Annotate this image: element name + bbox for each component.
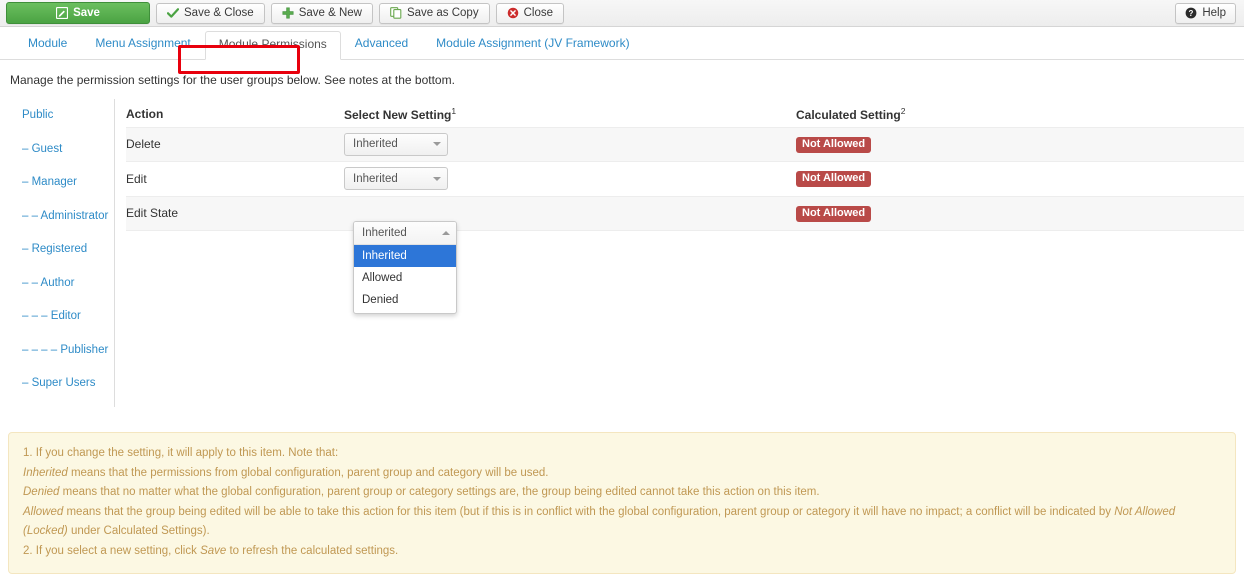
copy-icon bbox=[390, 7, 402, 19]
note-line-1: 1. If you change the setting, it will ap… bbox=[23, 447, 339, 459]
group-item-editor[interactable]: – – – Editor bbox=[10, 306, 114, 340]
save-button[interactable]: Save bbox=[6, 2, 150, 24]
close-button-label: Close bbox=[523, 7, 553, 19]
help-button[interactable]: ? Help bbox=[1175, 2, 1236, 24]
note-line-5: 2. If you select a new setting, click Sa… bbox=[23, 542, 1221, 562]
group-item-registered[interactable]: – Registered bbox=[10, 239, 114, 273]
note-line-3: Denied means that no matter what the glo… bbox=[23, 483, 1221, 503]
column-header-calculated-label: Calculated Setting bbox=[796, 108, 901, 122]
permissions-table: Action Select New Setting1 Calculated Se… bbox=[115, 99, 1244, 407]
table-row: Delete Inherited Not Allowed bbox=[126, 127, 1244, 162]
close-circle-icon bbox=[507, 7, 519, 19]
status-badge: Not Allowed bbox=[796, 171, 872, 188]
table-row: Edit Inherited Not Allowed bbox=[126, 162, 1244, 197]
note-term-denied: Denied bbox=[23, 486, 60, 498]
dropdown-option-inherited[interactable]: Inherited bbox=[354, 245, 456, 267]
toolbar-button-group: Save Save & Close Save & New Save as Cop… bbox=[6, 2, 564, 24]
row-calculated-cell-delete: Not Allowed bbox=[796, 136, 1244, 153]
close-button[interactable]: Close bbox=[495, 2, 564, 24]
setting-select-edit-value: Inherited bbox=[353, 172, 398, 185]
save-and-close-button[interactable]: Save & Close bbox=[156, 2, 265, 24]
chevron-down-icon bbox=[433, 142, 441, 147]
note-term-allowed: Allowed bbox=[23, 505, 64, 518]
column-header-select-new-setting: Select New Setting1 bbox=[344, 106, 796, 122]
row-action-edit-state: Edit State bbox=[126, 206, 179, 221]
toolbar: Save Save & Close Save & New Save as Cop… bbox=[0, 0, 1244, 27]
row-action-delete: Delete bbox=[126, 137, 161, 152]
column-header-select-label: Select New Setting bbox=[344, 108, 452, 122]
setting-select-edit-state-dropdown[interactable]: Inherited Inherited Allowed Denied bbox=[353, 221, 457, 314]
note-line-4-text-b: under Calculated Settings). bbox=[67, 525, 210, 537]
pencil-square-icon bbox=[56, 7, 69, 19]
note-line-3-text: means that no matter what the global con… bbox=[59, 486, 820, 498]
group-item-author[interactable]: – – Author bbox=[10, 273, 114, 307]
footnote-marker-1: 1 bbox=[451, 106, 457, 116]
help-circle-icon: ? bbox=[1185, 7, 1197, 19]
group-item-public[interactable]: Public bbox=[10, 105, 114, 139]
dropdown-option-list: Inherited Allowed Denied bbox=[354, 245, 456, 313]
group-item-manager[interactable]: – Manager bbox=[10, 172, 114, 206]
row-select-cell-delete: Inherited bbox=[344, 132, 796, 156]
status-badge: Not Allowed bbox=[796, 136, 872, 153]
row-action-edit: Edit bbox=[126, 171, 147, 186]
footnote-marker-2: 2 bbox=[900, 106, 906, 116]
row-select-cell-edit: Inherited bbox=[344, 167, 796, 191]
save-and-new-label: Save & New bbox=[298, 7, 362, 19]
row-calculated-cell-edit-state: Not Allowed bbox=[796, 205, 1244, 222]
table-header: Action Select New Setting1 Calculated Se… bbox=[126, 99, 1244, 127]
save-as-copy-label: Save as Copy bbox=[406, 7, 479, 19]
check-icon bbox=[167, 7, 179, 19]
setting-select-edit[interactable]: Inherited bbox=[344, 167, 448, 191]
user-group-list: Public – Guest – Manager – – Administrat… bbox=[10, 99, 115, 407]
note-line-4-text-a: means that the group being edited will b… bbox=[63, 505, 1115, 518]
setting-select-delete-value: Inherited bbox=[353, 138, 398, 151]
tab-module-permissions[interactable]: Module Permissions bbox=[204, 31, 341, 60]
note-line-2-text: means that the permissions from global c… bbox=[67, 466, 549, 479]
table-row: Edit State Not Allowed bbox=[126, 196, 1244, 231]
note-term-inherited: Inherited bbox=[23, 466, 68, 479]
group-item-publisher[interactable]: – – – – Publisher bbox=[10, 340, 114, 374]
note-line-2: Inherited means that the permissions fro… bbox=[23, 464, 1221, 484]
dropdown-option-denied[interactable]: Denied bbox=[354, 289, 456, 311]
chevron-up-icon bbox=[442, 231, 450, 235]
save-and-close-label: Save & Close bbox=[184, 7, 254, 19]
save-and-new-button[interactable]: Save & New bbox=[270, 2, 373, 24]
save-button-label: Save bbox=[73, 7, 100, 19]
help-button-label: Help bbox=[1202, 7, 1226, 19]
tab-menu-assignment[interactable]: Menu Assignment bbox=[81, 30, 204, 59]
notes-panel: 1. If you change the setting, it will ap… bbox=[8, 432, 1236, 574]
chevron-down-icon bbox=[433, 176, 441, 181]
tab-module-assignment-jv-framework[interactable]: Module Assignment (JV Framework) bbox=[422, 30, 643, 59]
group-item-super-users[interactable]: – Super Users bbox=[10, 373, 114, 407]
tab-module[interactable]: Module bbox=[14, 30, 81, 59]
save-as-copy-button[interactable]: Save as Copy bbox=[378, 2, 490, 24]
tab-advanced[interactable]: Advanced bbox=[341, 30, 422, 59]
row-calculated-cell-edit: Not Allowed bbox=[796, 170, 1244, 188]
setting-select-edit-state[interactable]: Inherited bbox=[354, 222, 456, 245]
dropdown-option-allowed[interactable]: Allowed bbox=[354, 267, 456, 289]
setting-select-edit-state-value: Inherited bbox=[362, 227, 407, 239]
svg-text:?: ? bbox=[1189, 9, 1194, 18]
note-line-4: Allowed means that the group being edite… bbox=[23, 503, 1221, 542]
status-badge: Not Allowed bbox=[796, 205, 872, 222]
tab-bar: Module Menu Assignment Module Permission… bbox=[0, 27, 1244, 60]
setting-select-delete[interactable]: Inherited bbox=[344, 132, 448, 156]
intro-text: Manage the permission settings for the u… bbox=[10, 73, 455, 87]
group-item-guest[interactable]: – Guest bbox=[10, 139, 114, 173]
column-header-calculated-setting: Calculated Setting2 bbox=[796, 106, 1244, 122]
column-header-action: Action bbox=[126, 107, 164, 121]
group-item-administrator[interactable]: – – Administrator bbox=[10, 206, 114, 240]
plus-icon bbox=[282, 7, 294, 19]
permissions-section: Public – Guest – Manager – – Administrat… bbox=[0, 99, 1244, 407]
